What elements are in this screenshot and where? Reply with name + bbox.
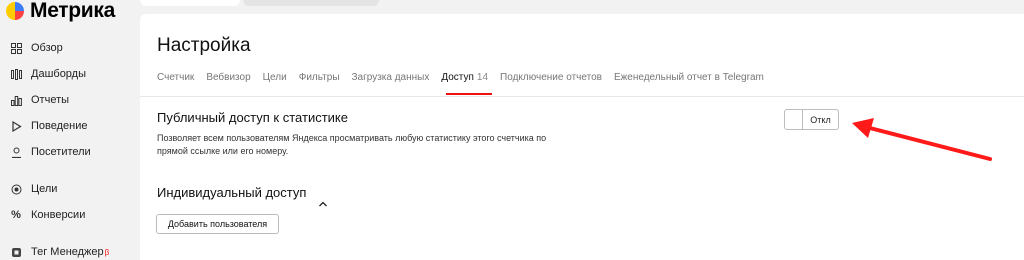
page-title: Настройка: [157, 35, 251, 56]
toggle-knob: [785, 110, 803, 129]
public-access-description: Позволяет всем пользователям Яндекса про…: [157, 133, 547, 156]
tab-goals[interactable]: Цели: [263, 72, 287, 83]
sidebar-item-behavior[interactable]: Поведение: [10, 120, 88, 132]
individual-access-title[interactable]: Индивидуальный доступ: [157, 185, 306, 200]
sidebar-item-reports[interactable]: Отчеты: [10, 94, 69, 106]
sidebar-item-tag-manager[interactable]: Тег Менеджер β: [10, 246, 109, 258]
divider: [140, 96, 1024, 97]
sidebar-item-label: Цели: [31, 183, 58, 195]
tab-data-upload[interactable]: Загрузка данных: [352, 72, 430, 83]
tag-manager-icon: [10, 246, 22, 258]
metrika-logo-icon: [6, 2, 24, 20]
logo[interactable]: Метрика: [6, 0, 115, 22]
tab-report-connections[interactable]: Подключение отчетов: [500, 72, 602, 83]
tab-access[interactable]: Доступ 14: [441, 72, 488, 83]
tab-filters[interactable]: Фильтры: [299, 72, 340, 83]
sidebar-item-label: Поведение: [31, 120, 88, 132]
sidebar-item-overview[interactable]: Обзор: [10, 42, 63, 54]
sidebar: Метрика Обзор Дашборды Отчеты Поведение …: [0, 0, 140, 260]
sidebar-item-visitors[interactable]: Посетители: [10, 146, 91, 158]
sidebar-item-label: Обзор: [31, 42, 63, 54]
play-icon: [10, 120, 22, 132]
red-arrow-annotation: [852, 118, 992, 161]
sidebar-item-dashboards[interactable]: Дашборды: [10, 68, 86, 80]
user-icon: [10, 146, 22, 158]
sidebar-item-conversions[interactable]: % Конверсии: [10, 209, 85, 221]
add-user-button[interactable]: Добавить пользователя: [156, 214, 279, 234]
tab-counter[interactable]: Счетчик: [157, 72, 194, 83]
sidebar-item-label: Дашборды: [31, 68, 86, 80]
public-access-toggle[interactable]: Откл: [784, 109, 839, 130]
sidebar-item-goals[interactable]: Цели: [10, 183, 57, 195]
bar-chart-icon: [10, 94, 22, 106]
browser-tab-active[interactable]: [140, 0, 240, 6]
dashboard-icon: [10, 68, 22, 80]
sidebar-item-label: Тег Менеджер: [31, 246, 104, 258]
chevron-up-icon[interactable]: [318, 200, 328, 211]
sidebar-item-label: Посетители: [31, 146, 91, 158]
active-tab-indicator: [446, 93, 492, 95]
sidebar-item-label: Отчеты: [31, 94, 70, 106]
toggle-label: Откл: [810, 114, 831, 125]
brand-name: Метрика: [30, 0, 116, 22]
tab-telegram-report[interactable]: Еженедельный отчет в Telegram: [614, 72, 764, 83]
grid-icon: [10, 42, 22, 54]
settings-tabs: Счетчик Вебвизор Цели Фильтры Загрузка д…: [157, 72, 776, 83]
public-access-title: Публичный доступ к статистике: [157, 110, 348, 125]
tab-access-label: Доступ: [441, 72, 474, 83]
tab-webvisor[interactable]: Вебвизор: [206, 72, 250, 83]
percent-icon: %: [11, 209, 21, 221]
beta-badge: β: [104, 247, 110, 257]
target-icon: [10, 183, 22, 195]
settings-panel: Настройка Счетчик Вебвизор Цели Фильтры …: [140, 14, 1024, 260]
tab-access-count: 14: [476, 72, 489, 83]
browser-tab[interactable]: [243, 0, 379, 6]
sidebar-item-label: Конверсии: [31, 209, 86, 221]
